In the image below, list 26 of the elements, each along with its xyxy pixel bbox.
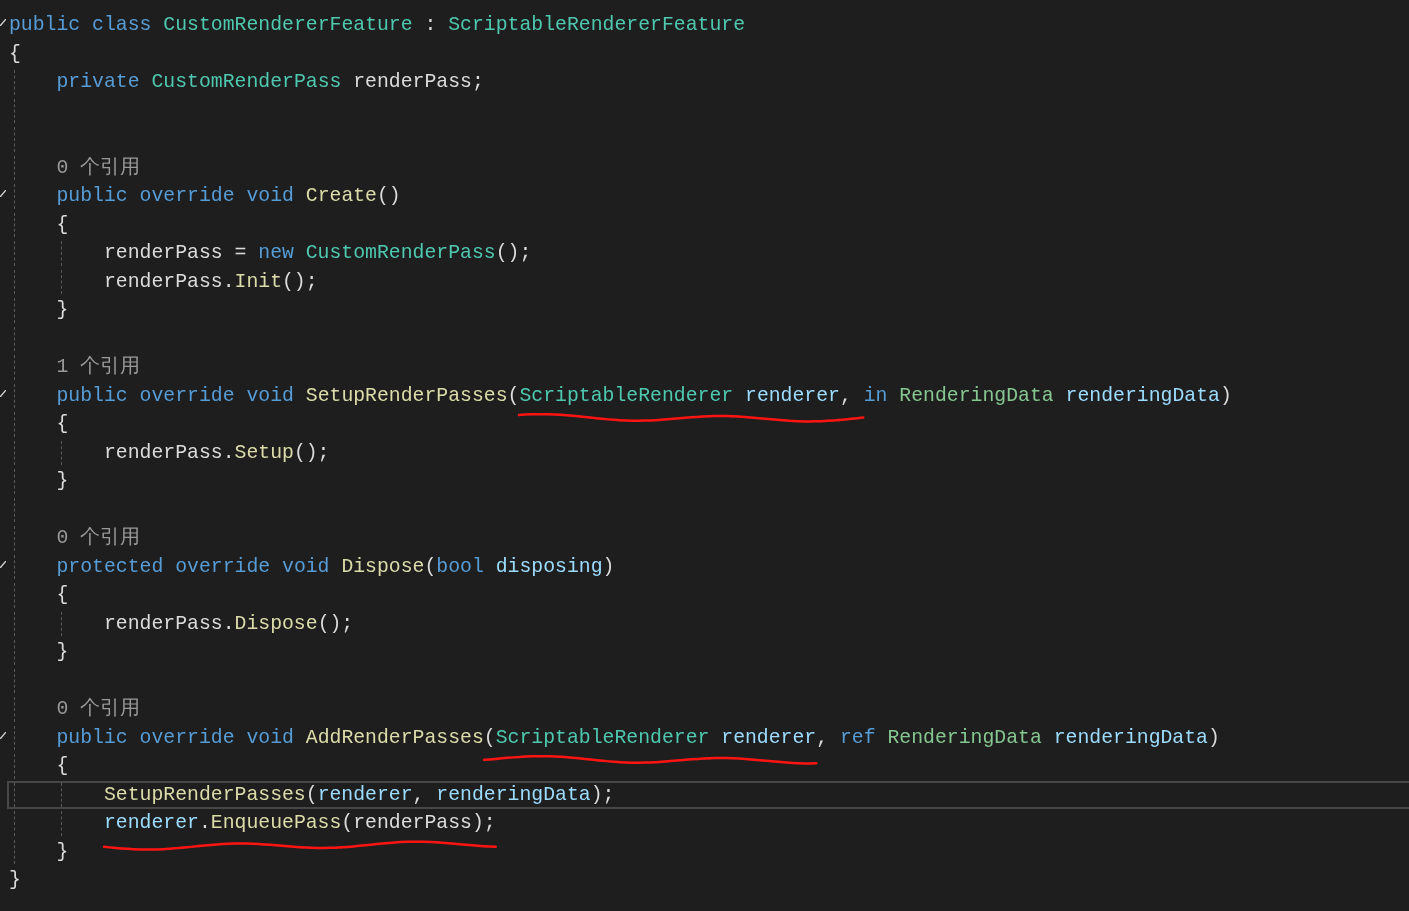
code-line: public override void Create() [56,185,401,207]
codelens-reference-count[interactable]: 0 个引用 [56,153,141,182]
codelens-reference-count[interactable]: 0 个引用 [56,695,141,724]
code-line: renderPass.Setup(); [103,441,330,464]
code-line: renderer.EnqueuePass(renderPass); [103,812,496,834]
code-line: } [56,299,69,321]
code-line: protected override void Dispose(bool disposing) [56,555,615,578]
code-line: } [56,470,69,492]
code-line: } [9,869,21,891]
code-line: private CustomRenderPass renderPass; [56,71,484,93]
codelens-reference-count[interactable]: 0 个引用 [56,524,141,553]
codelens-reference-count[interactable]: 1 个引用 [56,353,141,382]
code-line: SetupRenderPasses(renderer, renderingData); [103,783,615,806]
code-line: } [56,641,69,663]
code-line: public class CustomRendererFeature : ScriptableRendererFeature [9,14,746,36]
code-line: { [9,42,21,65]
code-line: { [56,755,69,777]
code-line: renderPass.Dispose(); [103,612,354,635]
code-line: public override void AddRenderPasses(ScriptableRenderer renderer, ref RenderingData renderingData) [56,726,1220,749]
code-line: public override void SetupRenderPasses(ScriptableRenderer renderer, in RenderingData renderingData) [56,384,1232,407]
code-line: { [56,213,69,236]
code-line: } [56,840,69,863]
code-line: renderPass = new CustomRenderPass(); [103,242,532,264]
code-line: renderPass.Init(); [103,270,318,293]
code-line: { [56,413,69,435]
code-line: { [56,584,69,606]
